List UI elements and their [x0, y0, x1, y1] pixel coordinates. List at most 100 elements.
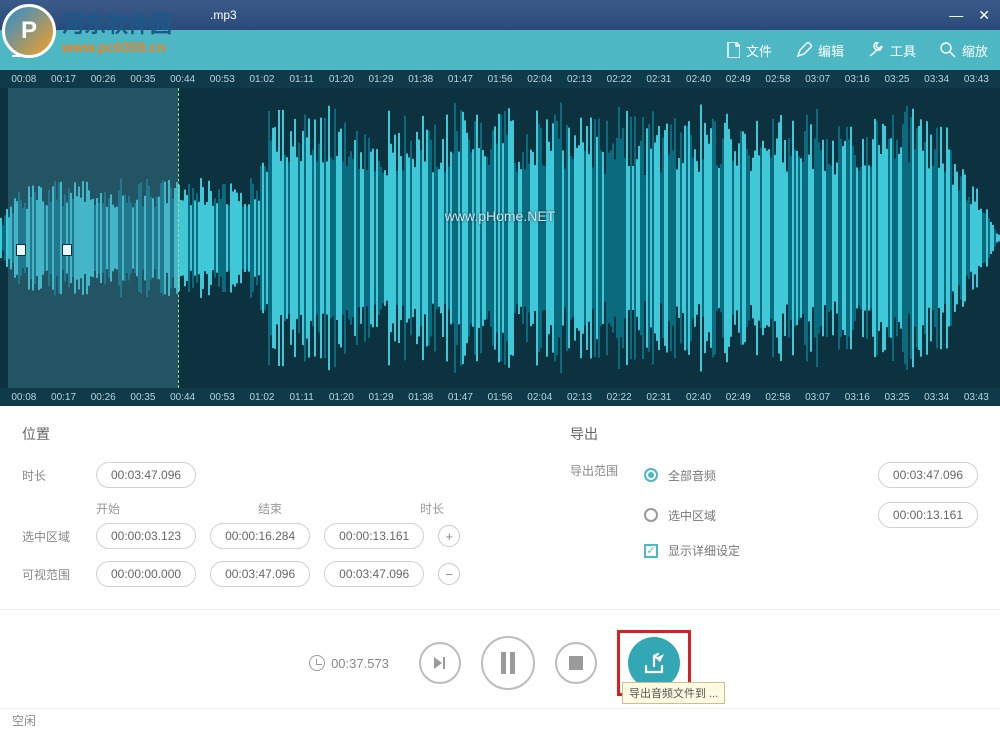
radio-selection[interactable]	[644, 508, 658, 522]
toolbar-file-label: 文件	[746, 41, 772, 60]
playback-time: 00:37.573	[309, 655, 389, 671]
ruler-tick: 03:07	[798, 74, 838, 85]
selection-handle-left[interactable]	[16, 244, 26, 256]
ruler-tick: 00:35	[123, 392, 163, 403]
wrench-icon	[868, 42, 884, 58]
ruler-tick: 00:26	[83, 74, 123, 85]
selection-length[interactable]: 00:00:13.161	[324, 523, 424, 549]
selection-start[interactable]: 00:00:03.123	[96, 523, 196, 549]
status-text: 空闲	[12, 712, 36, 729]
visible-start[interactable]: 00:00:00.000	[96, 561, 196, 587]
ruler-tick: 01:02	[242, 392, 282, 403]
logo-icon: P	[2, 4, 56, 58]
toolbar-tools[interactable]: 工具	[868, 41, 916, 60]
ruler-tick: 01:11	[282, 74, 322, 85]
ruler-tick: 01:11	[282, 392, 322, 403]
toolbar-edit-label: 编辑	[818, 41, 844, 60]
export-icon	[642, 652, 666, 674]
toolbar-zoom-label: 缩放	[962, 41, 988, 60]
start-label: 开始	[96, 500, 206, 517]
toolbar-file[interactable]: 文件	[726, 41, 772, 60]
ruler-tick: 02:40	[679, 74, 719, 85]
visible-end[interactable]: 00:03:47.096	[210, 561, 310, 587]
ruler-tick: 01:02	[242, 74, 282, 85]
ruler-tick: 00:17	[44, 392, 84, 403]
zoom-in-icon[interactable]: +	[438, 525, 460, 547]
ruler-tick: 02:58	[758, 74, 798, 85]
clock-icon	[309, 655, 325, 671]
ruler-tick: 02:49	[718, 392, 758, 403]
timeline-ruler-bottom: 00:0800:1700:2600:3500:4400:5301:0201:11…	[0, 388, 1000, 406]
ruler-tick: 01:20	[322, 74, 362, 85]
playhead-marker[interactable]	[178, 88, 179, 388]
end-label: 结束	[258, 500, 368, 517]
export-title: 导出	[570, 424, 978, 444]
visible-label: 可视范围	[22, 566, 82, 583]
ruler-tick: 03:16	[837, 74, 877, 85]
ruler-tick: 01:56	[480, 74, 520, 85]
ruler-tick: 00:35	[123, 74, 163, 85]
ruler-tick: 02:04	[520, 392, 560, 403]
status-bar: 空闲	[0, 708, 1000, 732]
stop-button[interactable]	[555, 642, 597, 684]
selection-time: 00:00:13.161	[878, 502, 978, 528]
toolbar-tools-label: 工具	[890, 41, 916, 60]
selection-label: 选中区域	[22, 528, 82, 545]
ruler-tick: 03:07	[798, 392, 838, 403]
ruler-tick: 02:13	[560, 74, 600, 85]
checkbox-show-details[interactable]: ✓	[644, 544, 658, 558]
ruler-tick: 03:43	[957, 74, 997, 85]
file-icon	[726, 42, 740, 58]
duration-label: 时长	[22, 467, 82, 484]
watermark-site-url: www.pc0359.cn	[62, 39, 172, 55]
ruler-tick: 00:08	[4, 74, 44, 85]
ruler-tick: 01:29	[361, 74, 401, 85]
length-label: 时长	[420, 500, 530, 517]
waveform-display[interactable]: www.pHome.NET	[0, 88, 1000, 388]
radio-all-audio[interactable]	[644, 468, 658, 482]
ruler-tick: 02:31	[639, 392, 679, 403]
ruler-tick: 02:13	[560, 392, 600, 403]
ruler-tick: 00:53	[202, 392, 242, 403]
selection-region[interactable]	[8, 88, 178, 388]
search-icon	[940, 42, 956, 58]
radio-selection-label: 选中区域	[668, 507, 716, 524]
ruler-tick: 00:44	[163, 74, 203, 85]
pause-button[interactable]	[481, 636, 535, 690]
ruler-tick: 00:17	[44, 74, 84, 85]
visible-length[interactable]: 00:03:47.096	[324, 561, 424, 587]
ruler-tick: 01:38	[401, 392, 441, 403]
ruler-tick: 00:26	[83, 392, 123, 403]
export-range-label: 导出范围	[570, 462, 630, 479]
ruler-tick: 00:53	[202, 74, 242, 85]
close-button[interactable]: ✕	[978, 7, 990, 24]
selection-end[interactable]: 00:00:16.284	[210, 523, 310, 549]
ruler-tick: 03:43	[957, 392, 997, 403]
toolbar-zoom[interactable]: 缩放	[940, 41, 988, 60]
ruler-tick: 02:31	[639, 74, 679, 85]
selection-handle-right[interactable]	[62, 244, 72, 256]
ruler-tick: 01:20	[322, 392, 362, 403]
ruler-tick: 02:04	[520, 74, 560, 85]
ruler-tick: 01:38	[401, 74, 441, 85]
position-title: 位置	[22, 424, 530, 444]
ruler-tick: 02:49	[718, 74, 758, 85]
toolbar-edit[interactable]: 编辑	[796, 41, 844, 60]
ruler-tick: 00:44	[163, 392, 203, 403]
watermark-center: www.pHome.NET	[445, 208, 555, 224]
minimize-button[interactable]: —	[949, 7, 963, 24]
timeline-ruler-top: 00:0800:1700:2600:3500:4400:5301:0201:11…	[0, 70, 1000, 88]
ruler-tick: 03:16	[837, 392, 877, 403]
window-title: .mp3	[210, 8, 237, 22]
skip-button[interactable]	[419, 642, 461, 684]
zoom-out-icon[interactable]: −	[438, 563, 460, 585]
all-audio-time: 00:03:47.096	[878, 462, 978, 488]
ruler-tick: 00:08	[4, 392, 44, 403]
duration-value[interactable]: 00:03:47.096	[96, 462, 196, 488]
ruler-tick: 03:34	[917, 392, 957, 403]
ruler-tick: 01:56	[480, 392, 520, 403]
watermark-site-name: 河东软件园	[62, 7, 172, 39]
ruler-tick: 03:34	[917, 74, 957, 85]
ruler-tick: 03:25	[877, 392, 917, 403]
export-tooltip: 导出音频文件到 ...	[622, 682, 725, 704]
